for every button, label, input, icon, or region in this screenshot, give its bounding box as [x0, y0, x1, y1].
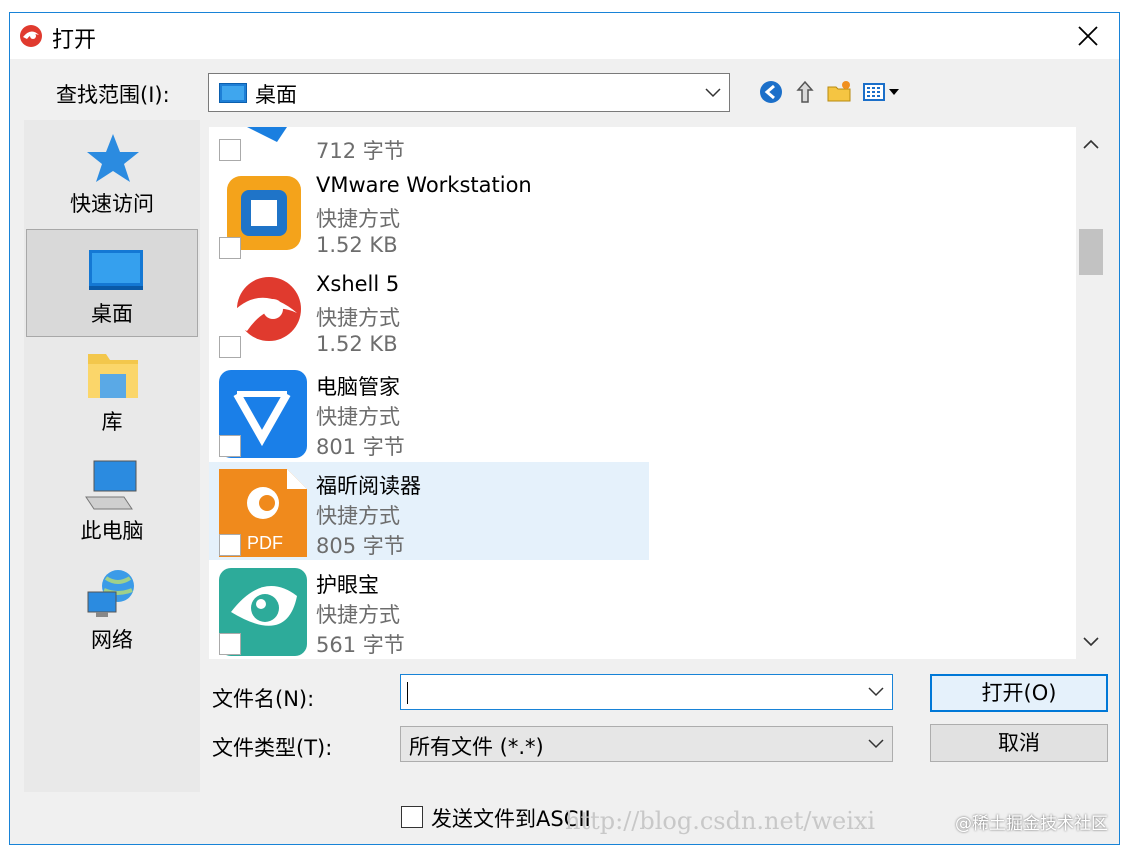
new-folder-icon[interactable] — [826, 79, 852, 105]
network-globe-icon — [87, 570, 134, 617]
file-name: 护眼宝 — [316, 573, 379, 597]
window-title: 打开 — [52, 28, 97, 53]
file-list: 712 字节 VMware Workstation 快捷方式 1.52 KB X… — [209, 127, 1106, 659]
file-size: 805 字节 — [316, 534, 405, 558]
open-button[interactable]: 打开(O) — [930, 674, 1108, 712]
shortcut-arrow-icon — [219, 139, 241, 161]
file-size: 801 字节 — [316, 435, 405, 459]
vertical-scrollbar[interactable] — [1076, 127, 1106, 659]
file-item[interactable]: VMware Workstation 快捷方式 1.52 KB — [209, 165, 649, 263]
file-item[interactable]: 护眼宝 快捷方式 561 字节 — [209, 561, 649, 659]
cancel-button[interactable]: 取消 — [930, 724, 1108, 762]
scroll-down-button[interactable] — [1076, 627, 1106, 657]
view-menu-icon[interactable] — [862, 79, 906, 105]
url-watermark: http://blog.csdn.net/weixi — [565, 807, 876, 835]
file-name: VMware Workstation — [316, 173, 532, 197]
close-icon — [1078, 26, 1098, 46]
place-desktop[interactable]: 桌面 — [26, 229, 198, 337]
open-file-dialog: 打开 查找范围(I): 桌面 快速访问 桌面 库 此电脑 网络 712 字节 V… — [9, 12, 1120, 845]
computer-icon — [85, 460, 137, 510]
chevron-down-icon — [705, 87, 721, 97]
place-network[interactable]: 网络 — [24, 556, 200, 664]
places-sidebar: 快速访问 桌面 库 此电脑 网络 — [24, 120, 200, 792]
send-ascii-checkbox[interactable] — [401, 806, 423, 828]
file-item[interactable]: PDF 福昕阅读器 快捷方式 805 字节 — [209, 462, 649, 560]
filetype-select[interactable]: 所有文件 (*.*) — [400, 726, 893, 762]
file-size: 712 字节 — [316, 139, 405, 163]
look-in-combo[interactable]: 桌面 — [208, 73, 730, 112]
file-size: 1.52 KB — [316, 233, 398, 257]
file-type: 快捷方式 — [316, 207, 400, 231]
scroll-thumb[interactable] — [1079, 229, 1103, 275]
file-size: 1.52 KB — [316, 332, 398, 356]
file-name: 电脑管家 — [316, 375, 400, 399]
shortcut-arrow-icon — [219, 633, 241, 655]
file-type: 快捷方式 — [316, 504, 400, 528]
file-item[interactable]: Xshell 5 快捷方式 1.52 KB — [209, 264, 649, 362]
place-label: 快速访问 — [70, 192, 154, 216]
shortcut-arrow-icon — [219, 336, 241, 358]
svg-text:PDF: PDF — [247, 533, 283, 553]
filename-label: 文件名(N): — [212, 687, 315, 711]
xshell-app-icon — [20, 25, 42, 47]
desktop-icon — [89, 250, 143, 290]
chevron-down-icon[interactable] — [868, 687, 884, 697]
place-quick-access[interactable]: 快速访问 — [24, 120, 200, 228]
place-label: 网络 — [91, 628, 133, 652]
chevron-down-icon — [868, 739, 884, 749]
text-caret — [407, 682, 408, 704]
file-type: 快捷方式 — [316, 405, 400, 429]
place-label: 桌面 — [91, 302, 133, 326]
file-item[interactable]: 712 字节 — [209, 127, 649, 165]
file-type: 快捷方式 — [316, 603, 400, 627]
file-name: 福昕阅读器 — [316, 474, 421, 498]
title-bar: 打开 — [10, 13, 1119, 59]
file-size: 561 字节 — [316, 633, 405, 657]
library-folder-icon — [88, 354, 138, 398]
place-label: 库 — [101, 410, 123, 434]
filetype-value: 所有文件 (*.*) — [409, 735, 544, 759]
filename-input[interactable] — [400, 674, 893, 710]
file-item[interactable]: 电脑管家 快捷方式 801 字节 — [209, 363, 649, 461]
shortcut-arrow-icon — [219, 534, 241, 556]
place-library[interactable]: 库 — [24, 338, 200, 446]
look-in-value: 桌面 — [255, 83, 297, 107]
desktop-folder-icon — [219, 83, 247, 103]
filetype-label: 文件类型(T): — [212, 736, 333, 760]
place-this-pc[interactable]: 此电脑 — [24, 447, 200, 555]
up-folder-icon[interactable] — [792, 79, 818, 105]
chevron-down-icon — [1083, 637, 1099, 647]
shortcut-arrow-icon — [219, 237, 241, 259]
back-icon[interactable] — [758, 79, 784, 105]
chevron-up-icon — [1083, 139, 1099, 149]
file-name: Xshell 5 — [316, 272, 400, 296]
scroll-up-button[interactable] — [1076, 129, 1106, 159]
star-icon — [87, 134, 139, 182]
place-label: 此电脑 — [80, 519, 144, 543]
close-button[interactable] — [1065, 13, 1111, 59]
look-in-label: 查找范围(I): — [56, 83, 170, 107]
file-type: 快捷方式 — [316, 306, 400, 330]
shortcut-arrow-icon — [219, 435, 241, 457]
credit-watermark: @稀土掘金技术社区 — [955, 814, 1108, 834]
